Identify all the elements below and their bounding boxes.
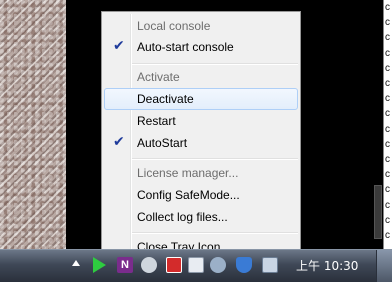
menu-item-label: Local console (137, 19, 211, 33)
menu-separator (132, 63, 298, 65)
menu-item-label: Auto-start console (137, 40, 234, 54)
network-icon[interactable] (262, 257, 278, 273)
text-fragment: c (385, 108, 390, 120)
menu-item-activate: Activate (104, 66, 298, 88)
text-fragment: c (385, 62, 390, 74)
menu-item-label: Deactivate (137, 92, 194, 106)
menu-separator (132, 158, 298, 160)
background-scrollbar[interactable] (373, 0, 383, 249)
menu-item-license-manager: License manager... (104, 162, 298, 184)
purple-app-icon[interactable]: N (117, 257, 133, 273)
menu-item-config-safemode[interactable]: Config SafeMode... (104, 184, 298, 206)
text-fragment: c (385, 199, 390, 211)
menu-item-local-console: Local console (104, 15, 298, 37)
play-icon[interactable] (93, 257, 106, 273)
show-desktop-button[interactable] (376, 250, 392, 282)
menu-item-collect-log-files[interactable]: Collect log files... (104, 206, 298, 228)
menu-item-label: Activate (137, 70, 180, 84)
text-fragment: c (385, 169, 390, 181)
text-fragment: c (385, 214, 390, 226)
shield-icon[interactable] (236, 257, 252, 273)
menu-item-restart[interactable]: Restart (104, 110, 298, 132)
menu-item-deactivate[interactable]: Deactivate (104, 88, 298, 110)
stop-icon[interactable] (166, 257, 182, 273)
menu-item-label: AutoStart (137, 136, 188, 150)
chat-icon[interactable] (141, 257, 157, 273)
text-fragment: c (385, 47, 390, 59)
text-fragment: c (385, 184, 390, 196)
text-fragment: c (385, 138, 390, 150)
text-fragment: c (385, 93, 390, 105)
checkmark-icon: ✔ (113, 38, 125, 54)
document-icon[interactable] (188, 257, 204, 273)
menu-item-label: Restart (137, 114, 176, 128)
text-fragment: c (385, 230, 390, 242)
gear-icon[interactable] (210, 257, 226, 273)
scrollbar-thumb[interactable] (374, 185, 382, 239)
menu-item-auto-start-console[interactable]: ✔ Auto-start console (104, 36, 298, 58)
tray-context-menu: Local console ✔ Auto-start console Activ… (101, 11, 301, 260)
text-fragment: c (385, 2, 390, 13)
text-fragment: c (385, 123, 390, 135)
taskbar: N 上午 10:30 (0, 249, 392, 282)
background-window-text: c c c c c c c c c c c c c c c c (383, 0, 392, 249)
text-fragment: c (385, 17, 390, 29)
menu-item-autostart[interactable]: ✔ AutoStart (104, 132, 298, 154)
text-fragment: c (385, 154, 390, 166)
checkmark-icon: ✔ (113, 134, 125, 150)
menu-item-label: Config SafeMode... (137, 188, 240, 202)
menu-item-label: Collect log files... (137, 210, 228, 224)
menu-separator (132, 232, 298, 234)
show-hidden-icons-arrow-icon[interactable] (72, 260, 80, 266)
menu-item-label: License manager... (137, 166, 239, 180)
taskbar-clock[interactable]: 上午 10:30 (296, 257, 358, 274)
text-fragment: c (385, 78, 390, 90)
text-fragment: c (385, 32, 390, 44)
desktop-wallpaper (0, 0, 66, 249)
